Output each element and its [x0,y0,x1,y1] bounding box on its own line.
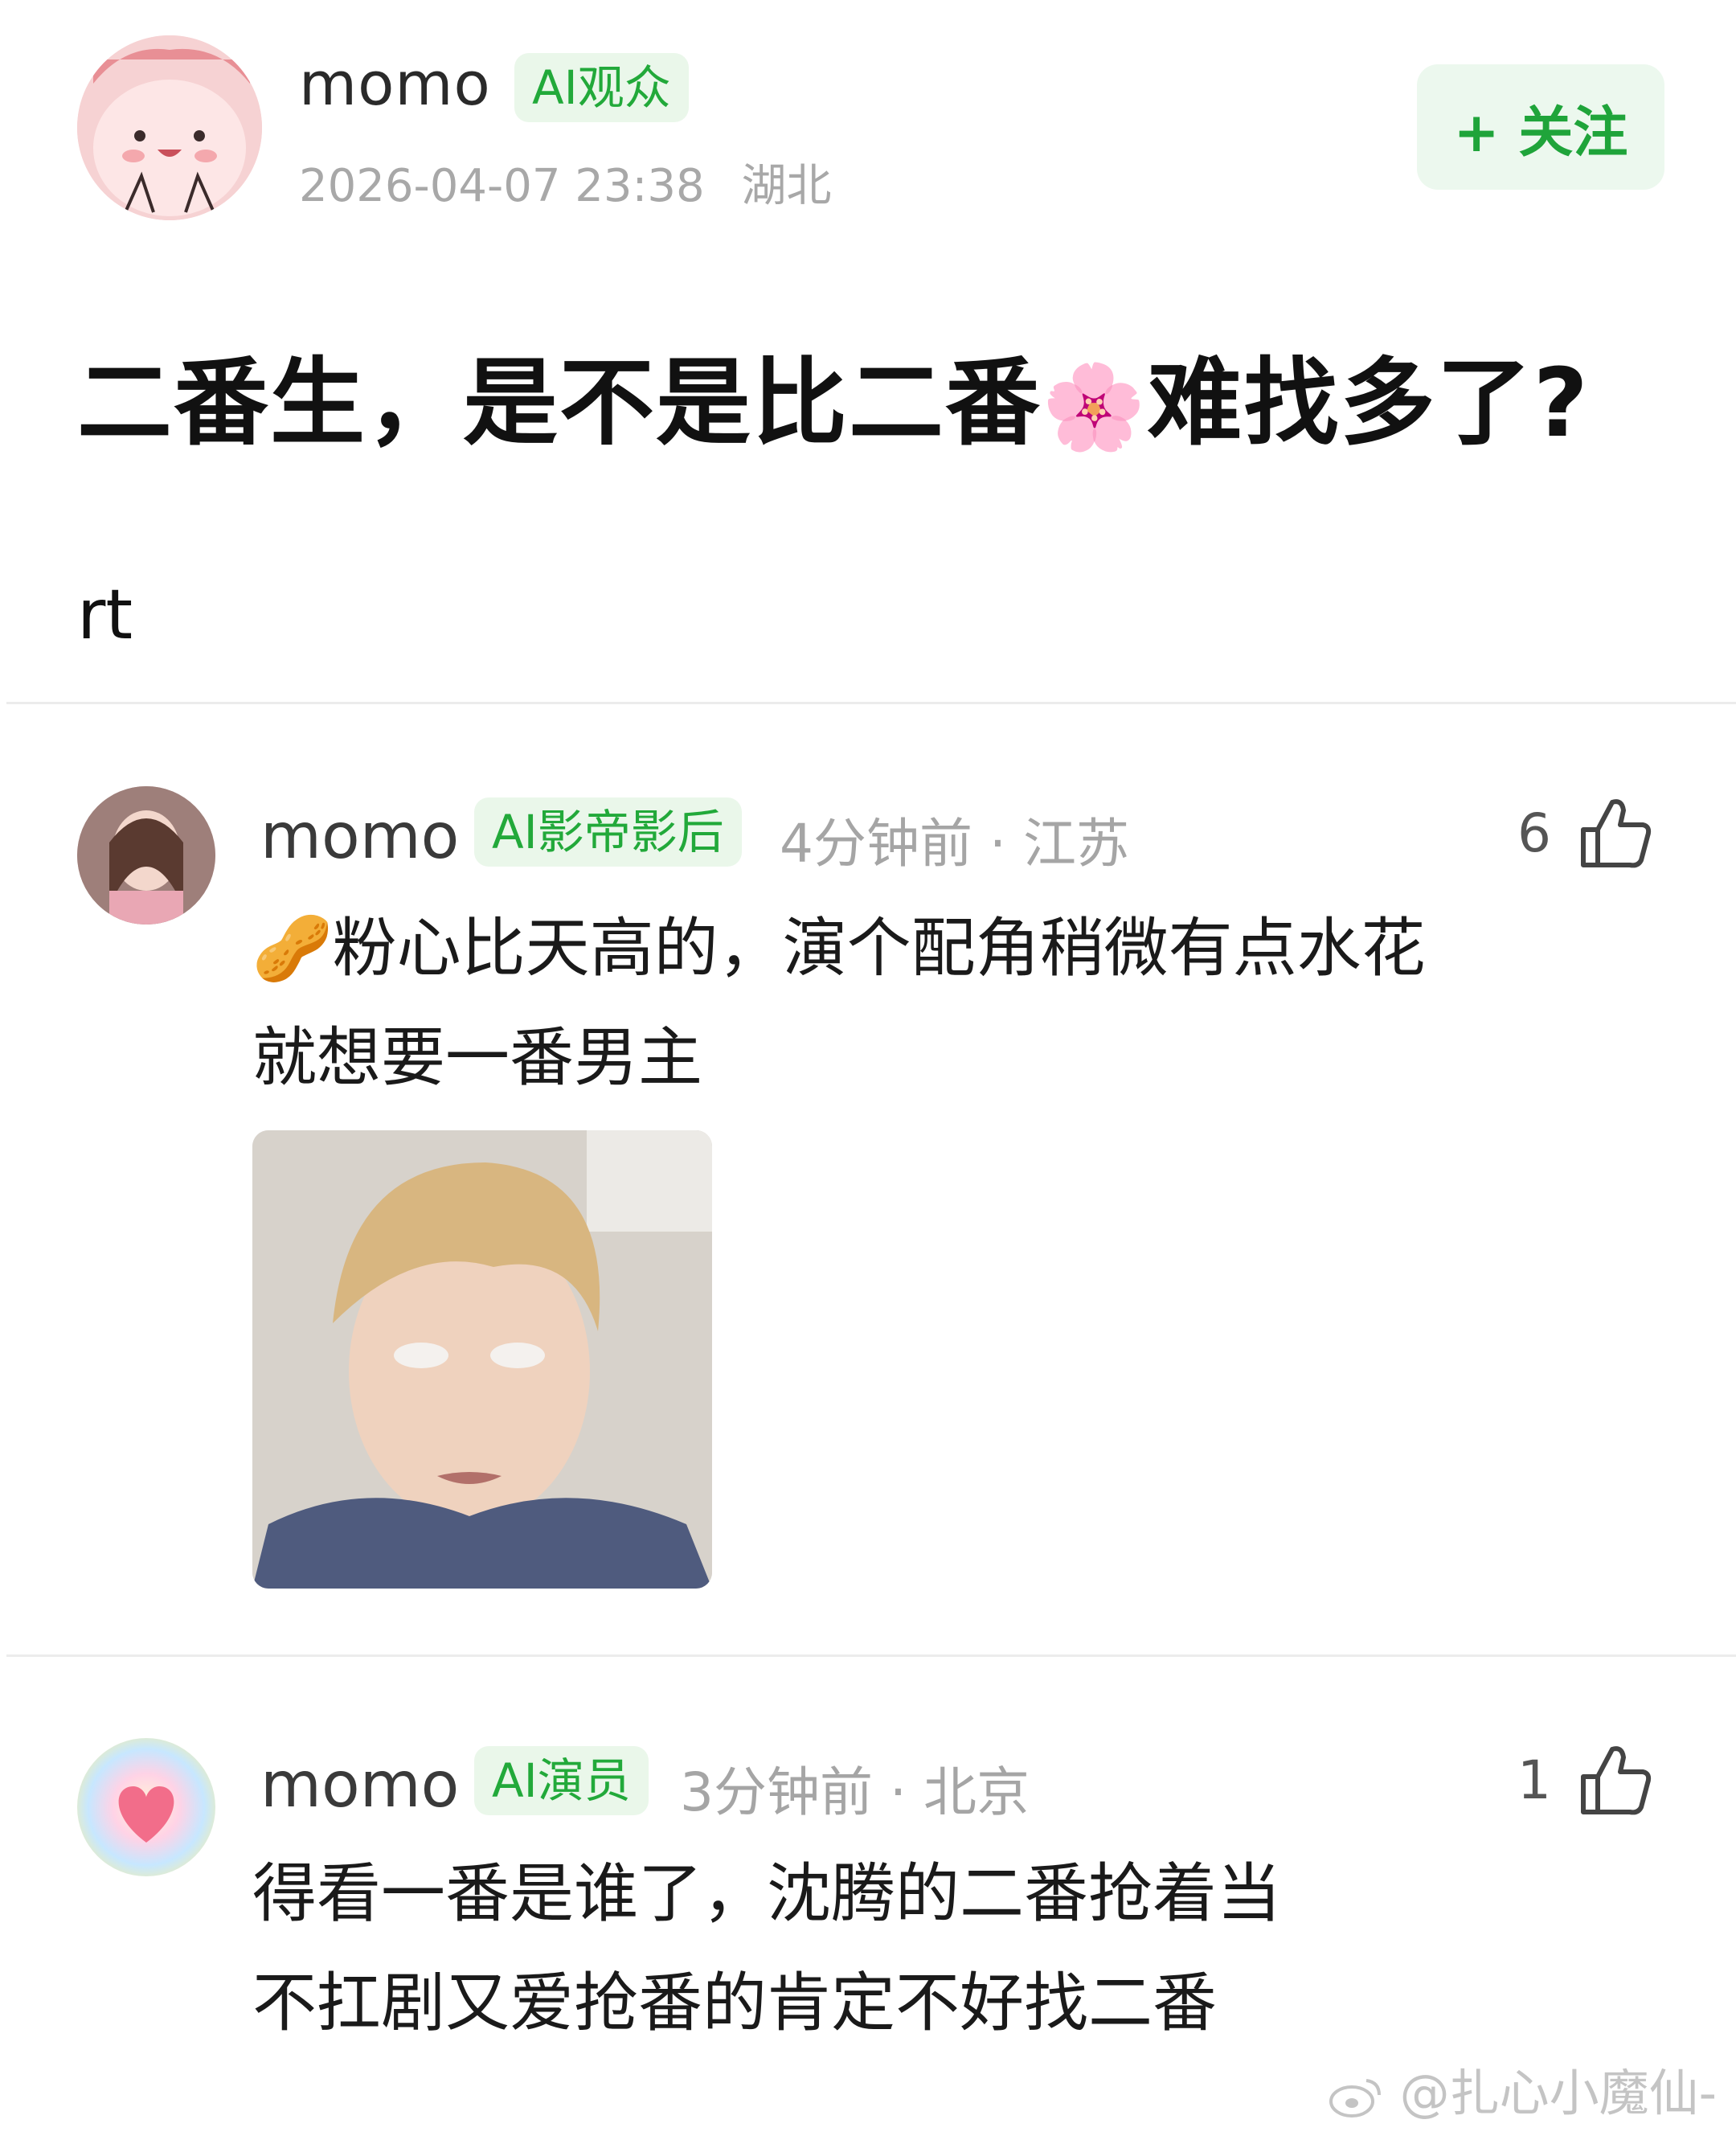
divider [6,1654,1736,1657]
cartoon-avatar-icon [77,35,262,220]
comment-meta: 3分钟前 · 北京 [680,1749,1030,1826]
comment-location: 北京 [923,1761,1030,1823]
meme-photo-icon [252,1130,712,1589]
follow-button[interactable]: + 关注 [1417,64,1664,190]
post-timestamp: 2026-04-07 23:38 [299,160,705,212]
comment-text-line-1: 粉心比天高的，演个配角稍微有点水花 [332,911,1426,986]
like-button[interactable] [1577,1741,1654,1822]
watermark: @扎心小魔仙- [1328,2052,1717,2125]
meta-separator: · [889,1761,923,1823]
comment-author-name[interactable]: momo [260,801,459,873]
meta-separator: · [989,813,1023,875]
comment-time: 4分钟前 [780,813,972,875]
post-title-text-end: 难找多了? [1147,347,1590,458]
comment-author-badge: AI影帝影后 [474,797,742,867]
watermark-text: @扎心小魔仙- [1399,2064,1717,2122]
comment-location: 江苏 [1022,813,1129,875]
comment-avatar[interactable] [77,1738,215,1876]
divider [6,702,1736,704]
thumbs-up-icon [1581,799,1652,868]
comment-time: 3分钟前 [680,1761,873,1823]
post-author-avatar[interactable] [77,35,262,220]
comment-avatar[interactable] [77,786,215,925]
comment-meta: 4分钟前 · 江苏 [780,801,1129,878]
comment-text: 🥜粉心比天高的，演个配角稍微有点水花 就想要一番男主 [252,894,1426,1113]
comment-text-line-1: 得看一番是谁了，沈腾的二番抢着当 [252,1856,1281,1931]
comment-text-line-2: 不扛剧又爱抢番的肯定不好找二番 [252,1966,1217,2040]
post-author-name[interactable]: momo [299,50,491,119]
comment-author-name[interactable]: momo [260,1749,459,1822]
comment-author-badge: AI演员 [474,1746,649,1815]
thumbs-up-icon [1581,1746,1652,1815]
weibo-logo-icon [1329,2078,1381,2118]
user-photo-avatar-icon [77,786,215,925]
comment-image[interactable] [252,1130,712,1589]
peanut-emoji-icon: 🥜 [252,911,333,986]
like-count: 6 [1517,802,1551,864]
post-location: 湖北 [741,160,832,212]
like-count: 1 [1517,1749,1551,1811]
rainbow-heart-avatar-icon [77,1738,215,1876]
like-button[interactable] [1577,794,1654,875]
cherry-blossom-emoji-icon: 🌸 [1042,358,1148,456]
post-author-badge: AI观众 [514,53,689,122]
post-title: 二番生，是不是比二番🌸难找多了? [77,326,1590,463]
post-body: rt [77,575,133,655]
comment-text-line-2: 就想要一番男主 [252,1020,702,1095]
comment-text: 得看一番是谁了，沈腾的二番抢着当 不扛剧又爱抢番的肯定不好找二番 [252,1839,1281,2058]
post-meta: 2026-04-07 23:38 湖北 [299,150,831,215]
post-title-text: 二番生，是不是比二番 [77,347,1042,458]
